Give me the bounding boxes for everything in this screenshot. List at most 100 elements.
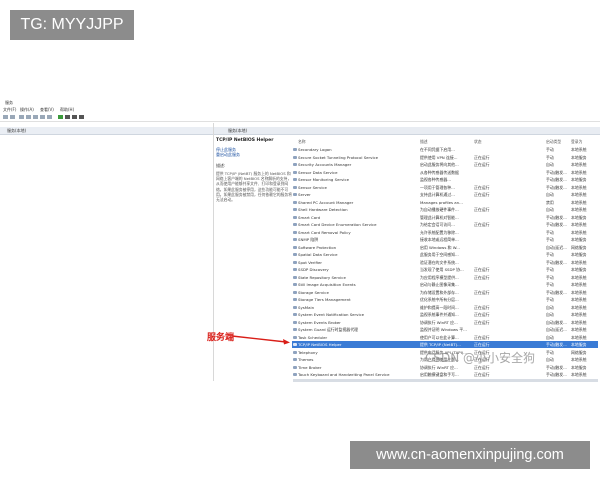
service-name: State Repository Service — [298, 274, 346, 280]
service-row[interactable]: SysMain 维护和提高一段时间... 正在运行 自动 本地系统 — [292, 304, 598, 311]
service-status: 正在运行 — [474, 312, 490, 317]
tree-item-services-local[interactable]: 服务(本地) — [0, 127, 213, 135]
service-name: SNMP 陷阱 — [298, 237, 319, 242]
service-desc: 使用户可以在此计算... — [420, 334, 459, 340]
service-name: Storage Service — [298, 289, 329, 295]
gear-icon — [293, 155, 297, 159]
service-logon: 本地服务 — [571, 154, 587, 160]
service-row[interactable]: Smart Card Device Enumeration Service 为给定… — [292, 221, 598, 228]
stop-service-icon[interactable] — [65, 115, 70, 119]
back-icon[interactable] — [3, 115, 8, 119]
service-start: 手动(触发... — [546, 177, 567, 182]
service-logon: 本地服务 — [571, 252, 587, 257]
service-logon: 本地系统 — [571, 319, 587, 325]
service-row[interactable]: Sensor Data Service 从各种传感器传送数据 手动(触发... 本地系… — [292, 169, 598, 176]
service-desc: 管理此计算机对智能... — [420, 214, 459, 220]
help-icon[interactable] — [47, 115, 52, 119]
service-row[interactable]: Software Protection 启用 Windows 和 W... 自动(延… — [292, 244, 598, 251]
service-desc: 此服务用于空间感知... — [420, 252, 459, 257]
service-row[interactable]: Secondary Logon 在不同凭据下启用... 手动 本地系统 — [292, 146, 598, 153]
service-row[interactable]: State Repository Service 为应用程序模型提供... 正在运行… — [292, 274, 598, 281]
column-logon-as[interactable]: 登录为 — [571, 139, 582, 145]
service-status: 正在运行 — [474, 289, 490, 295]
service-row[interactable]: System Events Broker 协调执行 WinRT 应... 正在运行 自… — [292, 319, 598, 326]
service-row[interactable]: Smart Card 管理此计算机对智能... 手动(触发... 本地服务 — [292, 214, 598, 221]
service-row[interactable]: Storage Service 为存储设置和外部存... 正在运行 手动(触发... 本… — [292, 289, 598, 296]
service-row[interactable]: Sensor Service 一项用于管理各种... 正在运行 手动(触发... 本地系… — [292, 184, 598, 191]
column-name[interactable]: 名称 — [298, 139, 306, 145]
service-row[interactable]: System Event Notification Service 监视系统事件并… — [292, 311, 598, 318]
start-service-icon[interactable] — [58, 115, 63, 119]
annotation-arrow-icon — [231, 335, 290, 345]
service-logon: 本地系统 — [571, 334, 587, 340]
service-desc: 从各种传感器传送数据 — [420, 169, 459, 175]
services-list: 名称 描述 状态 启动类型 登录为 Secondary Logon 在不同凭据下启… — [292, 138, 598, 382]
gear-icon — [293, 365, 297, 369]
restart-service-link[interactable]: 重启动此服务 — [216, 152, 292, 157]
gear-icon — [293, 320, 297, 324]
service-desc: 允许系统配置为移除... — [420, 229, 459, 235]
service-row[interactable]: Storage Tiers Management 优化系统中所有分层... 手动 本地… — [292, 296, 598, 303]
service-row[interactable]: System Guard 运行时监视器代理 监视并证明 Windows 平... 自… — [292, 326, 598, 333]
service-row[interactable]: Shared PC Account Manager Manages profile… — [292, 199, 598, 206]
service-status: 正在运行 — [474, 207, 490, 212]
site-url-banner: www.cn-aomenxinpujing.com — [350, 441, 590, 469]
gear-icon — [293, 185, 297, 189]
service-row[interactable]: Smart Card Removal Policy 允许系统配置为移除... 手动 本… — [292, 229, 598, 236]
service-row[interactable]: Server 支持此计算机通过... 正在运行 自动 本地系统 — [292, 191, 598, 198]
restart-service-icon[interactable] — [79, 115, 84, 119]
service-desc: 支持此计算机通过... — [420, 192, 455, 197]
service-logon: 本地系统 — [571, 169, 587, 175]
horizontal-scrollbar[interactable] — [293, 379, 598, 382]
details-header: 服务(本地) — [214, 127, 600, 135]
properties-icon[interactable] — [26, 115, 31, 119]
service-row[interactable]: Secure Socket Tunneling Protocol Service… — [292, 154, 598, 161]
service-row[interactable]: Spot Verifier 验证潜在的文件系统... 手动(触发... 本地系统 — [292, 259, 598, 266]
refresh-icon[interactable] — [33, 115, 38, 119]
service-row[interactable]: SSDP Discovery 当发现了使用 SSDP 协... 正在运行 手动 本地服务 — [292, 266, 598, 273]
service-row[interactable]: Still Image Acquisition Events 启动与静止图像采集.… — [292, 281, 598, 288]
column-description[interactable]: 描述 — [420, 139, 428, 145]
pause-service-icon[interactable] — [72, 115, 77, 119]
gear-icon — [293, 350, 297, 354]
service-logon: 本地服务 — [571, 267, 587, 272]
service-row[interactable]: TCP/IP NetBIOS Helper 提供 TCP/IP (NetBT)..… — [292, 341, 598, 348]
service-row[interactable]: Sensor Monitoring Service 监视各种传感器... 手动(触发… — [292, 176, 598, 183]
column-status[interactable]: 状态 — [474, 139, 482, 145]
service-desc: 监视并证明 Windows 平... — [420, 327, 467, 332]
service-row[interactable]: Touch Keyboard and Handwriting Panel Ser… — [292, 371, 598, 378]
gear-icon — [293, 358, 297, 361]
service-row[interactable]: Shell Hardware Detection 为自动播放硬件事件... 正在运行… — [292, 206, 598, 213]
service-status: 正在运行 — [474, 162, 490, 167]
gear-icon — [293, 170, 297, 174]
service-name: Sensor Service — [298, 184, 327, 190]
gear-icon — [293, 193, 297, 196]
gear-icon — [293, 238, 297, 241]
service-row[interactable]: Task Scheduler 使用户可以在此计算... 正在运行 自动 本地系统 — [292, 334, 598, 341]
service-logon: 本地系统 — [571, 327, 587, 332]
console-tree-icon[interactable] — [19, 115, 24, 119]
service-start: 手动 — [546, 147, 554, 152]
export-icon[interactable] — [40, 115, 45, 119]
gear-icon — [293, 305, 297, 309]
service-status: 正在运行 — [474, 372, 490, 377]
service-start: 手动(触发... — [546, 169, 567, 175]
service-start: 自动 — [546, 312, 554, 317]
service-row[interactable]: Security Accounts Manager 启动此服务将向其他... 正在运… — [292, 161, 598, 168]
column-startup-type[interactable]: 启动类型 — [546, 139, 561, 145]
service-desc: 启用 Windows 和 W... — [420, 244, 460, 250]
service-desc: 启动与静止图像采集... — [420, 282, 459, 287]
service-name: SSDP Discovery — [298, 267, 329, 272]
service-status: 正在运行 — [474, 319, 490, 325]
service-start: 手动(触发... — [546, 259, 567, 265]
gear-icon — [293, 260, 297, 264]
service-name: Sensor Data Service — [298, 169, 338, 175]
forward-icon[interactable] — [10, 115, 15, 119]
service-name: Software Protection — [298, 244, 337, 250]
description-text: 提供 TCP/IP (NetBT) 服务上的 NetBIOS 和网络上客户端的 … — [216, 171, 292, 203]
service-logon: 本地服务 — [571, 177, 587, 182]
service-desc: 为存储设置和外部存... — [420, 289, 459, 295]
service-row[interactable]: SNMP 陷阱 接收本地或远程简单... 手动 本地服务 — [292, 236, 598, 243]
gear-icon — [293, 268, 297, 271]
service-row[interactable]: Spatial Data Service 此服务用于空间感知... 手动 本地服务 — [292, 251, 598, 258]
